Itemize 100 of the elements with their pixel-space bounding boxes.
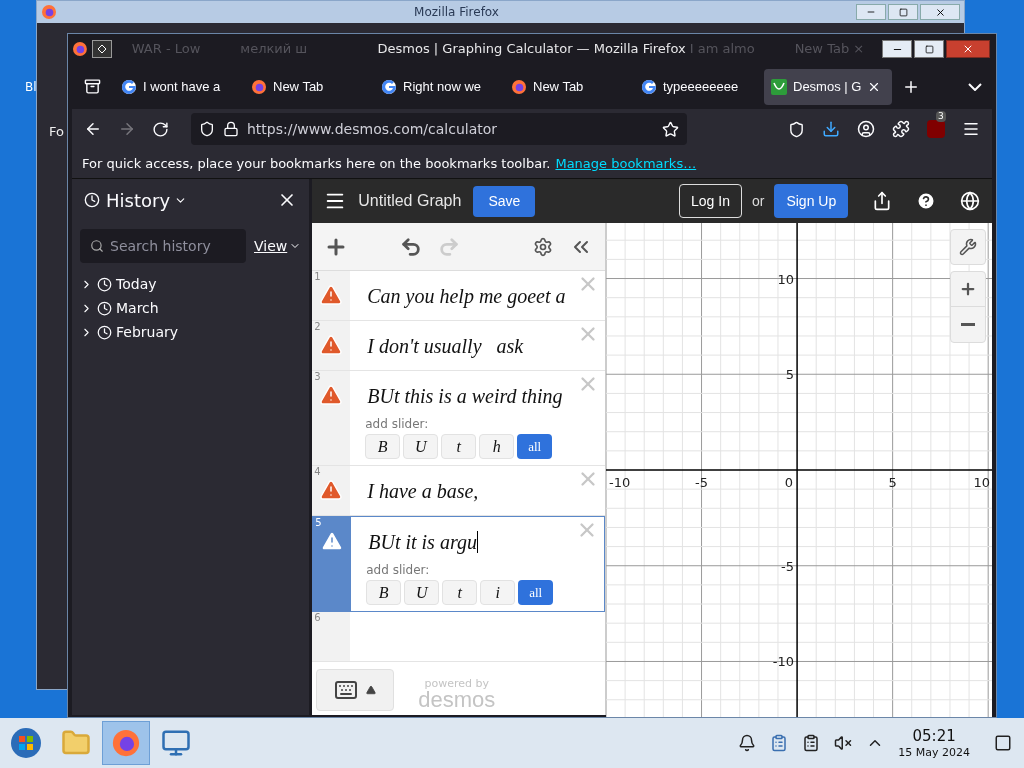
background-tab-title: New Tab × [794, 40, 865, 59]
add-slider-button[interactable]: U [403, 434, 439, 459]
start-orb-icon [10, 727, 42, 759]
url-text: https://www.desmos.com/calculator [247, 119, 499, 139]
expression-gutter[interactable]: 5 [313, 517, 352, 611]
back-icon[interactable] [84, 120, 102, 138]
clock-time: 05:21 [912, 726, 956, 746]
browser-tab[interactable]: New Tab [504, 68, 632, 105]
axis-tick-label: 10 [777, 271, 795, 287]
expression-number: 5 [315, 517, 322, 529]
close-icon [962, 43, 974, 55]
extensions-icon[interactable] [892, 120, 910, 138]
toolbar-text: Fo [49, 124, 64, 139]
add-slider-button[interactable]: B [366, 580, 402, 605]
clock[interactable]: 05:21 15 May 2024 [898, 726, 970, 760]
tab-title: I wont have a [143, 77, 221, 96]
axis-tick-label: -10 [773, 654, 795, 670]
google-icon [641, 78, 657, 95]
globe-icon[interactable] [960, 191, 981, 211]
expression-number: 1 [314, 271, 321, 283]
add-slider-button[interactable]: h [479, 434, 515, 459]
help-icon[interactable] [916, 191, 937, 211]
clipboard-icon[interactable] [770, 734, 789, 752]
bell-icon[interactable] [738, 734, 757, 752]
firefox-icon [251, 78, 267, 95]
google-icon [381, 78, 397, 95]
share-icon[interactable] [872, 191, 893, 211]
menu-icon[interactable] [962, 120, 980, 138]
maximize-button[interactable] [914, 40, 944, 58]
history-tree-item[interactable]: February [80, 323, 302, 342]
tab-title: Right now we [403, 77, 482, 96]
sign-up-button[interactable]: Sign Up [774, 184, 849, 218]
add-slider-button[interactable]: t [441, 434, 477, 459]
view-menu-button[interactable]: View [254, 235, 302, 257]
expression-number: 6 [314, 612, 321, 624]
tab-title: New Tab [533, 77, 584, 96]
url-field[interactable]: https://www.desmos.com/calculator [191, 113, 687, 145]
show-desktop-icon[interactable] [994, 734, 1012, 752]
maximize-icon [924, 44, 934, 54]
graph-title: Untitled Graph [358, 191, 462, 211]
keyboard-button[interactable] [316, 669, 395, 711]
add-slider-button[interactable]: B [365, 434, 401, 459]
manage-bookmarks-link[interactable]: Manage bookmarks… [555, 153, 697, 174]
expression-text: Can you help me goeet a [367, 284, 566, 310]
google-icon [121, 78, 137, 95]
log-in-button[interactable]: Log In [679, 184, 742, 218]
caret-up-icon [366, 685, 377, 695]
browser-tab[interactable]: Right now we [374, 68, 502, 105]
forward-icon[interactable] [118, 120, 136, 138]
browser-tab[interactable]: New Tab [244, 68, 372, 105]
firefox-icon [41, 4, 57, 20]
clock-icon [97, 301, 112, 316]
slider-prompt: add slider: [365, 416, 430, 433]
axis-tick-label: 0 [785, 475, 794, 490]
undo-icon[interactable] [400, 235, 423, 258]
extension-badge: 3 [936, 111, 946, 122]
search-icon [90, 239, 104, 253]
minimize-button[interactable] [882, 40, 912, 58]
shield-icon [199, 121, 215, 137]
history-item-label: March [116, 299, 159, 318]
history-tree-item[interactable]: March [80, 299, 302, 318]
minimize-button[interactable] [856, 4, 886, 20]
minus-icon [961, 323, 976, 326]
add-slider-button[interactable]: t [442, 580, 478, 605]
add-slider-button[interactable]: U [404, 580, 440, 605]
search-field[interactable]: Search history [80, 229, 246, 263]
archive-icon [83, 78, 101, 95]
add-slider-button[interactable]: i [480, 580, 516, 605]
maximize-button[interactable] [888, 4, 918, 20]
expression-text: I have a base, [367, 479, 479, 504]
notes-icon[interactable] [802, 734, 821, 752]
close-icon [934, 6, 946, 18]
add-all-sliders-button[interactable]: all [518, 580, 554, 605]
bookmark-star-icon[interactable] [662, 120, 679, 138]
axis-tick-label: 10 [973, 475, 991, 490]
download-icon[interactable] [822, 120, 840, 138]
maximize-icon [898, 7, 908, 17]
save-button[interactable]: Save [473, 185, 536, 217]
firefox-icon [511, 78, 527, 95]
settings-icon[interactable] [533, 236, 554, 257]
axis-tick-label: -5 [781, 558, 795, 574]
browser-tab[interactable]: Desmos | G [764, 68, 892, 105]
add-all-sliders-button[interactable]: all [517, 434, 553, 459]
muted-speaker-icon[interactable] [834, 734, 853, 752]
browser-tab[interactable]: I wont have a [114, 68, 242, 105]
reload-icon[interactable] [152, 120, 169, 138]
wrench-icon [959, 238, 978, 256]
graph-settings-button[interactable] [950, 229, 987, 265]
sidebar-switcher[interactable]: History [106, 186, 188, 214]
account-icon[interactable] [857, 120, 875, 138]
background-tab-title: мелкий ш [240, 40, 308, 59]
history-tree-item[interactable]: Today [80, 275, 302, 294]
taskbar-app-button[interactable] [102, 721, 150, 765]
expression-text: BUt it is argu [368, 530, 477, 556]
or-text: or [751, 191, 765, 211]
clock-icon [97, 325, 112, 340]
browser-tab[interactable]: typeeeeeeee [634, 68, 762, 105]
lock-icon [223, 121, 239, 137]
window-title: Desmos | Graphing Calculator — Mozilla Firefox [377, 40, 686, 59]
desmos-logo: desmos [418, 689, 496, 711]
